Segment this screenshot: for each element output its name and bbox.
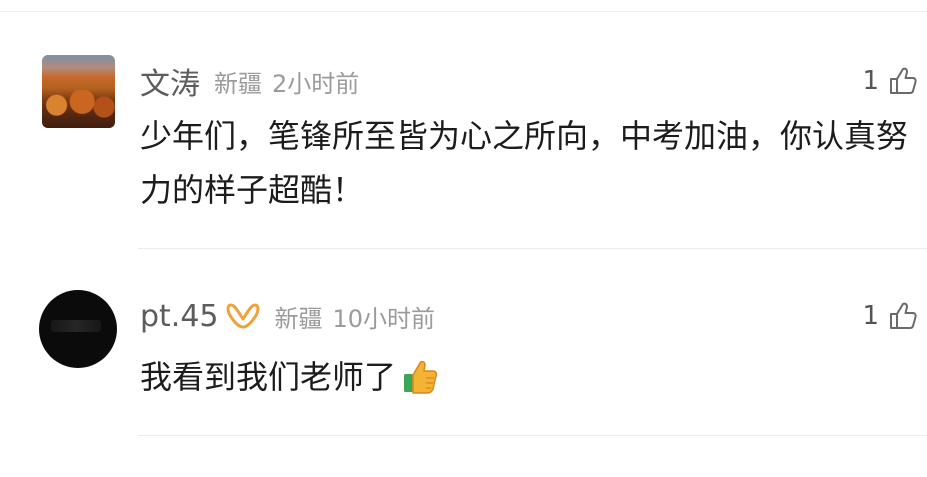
avatar[interactable] bbox=[39, 290, 117, 368]
top-divider bbox=[0, 11, 927, 12]
location-label: 新疆 bbox=[214, 69, 262, 98]
time-label: 10小时前 bbox=[332, 304, 436, 333]
comment-text-row: 我看到我们老师了 bbox=[140, 350, 909, 404]
comment-text: 少年们，笔锋所至皆为心之所向，中考加油，你认真努力的样子超酷！ bbox=[140, 117, 909, 209]
like-button[interactable]: 1 bbox=[862, 63, 919, 99]
comment-text: 我看到我们老师了 bbox=[140, 358, 397, 396]
thumbs-up-outline-icon[interactable] bbox=[887, 300, 919, 332]
username[interactable]: 文涛 bbox=[140, 59, 200, 103]
like-button[interactable]: 1 bbox=[862, 298, 919, 334]
location-label: 新疆 bbox=[274, 304, 323, 333]
comment-header: 文涛 新疆 2小时前 bbox=[140, 59, 359, 103]
like-count: 1 bbox=[862, 66, 879, 96]
comment-divider bbox=[138, 435, 927, 436]
comment-meta: 新疆 10小时前 bbox=[275, 299, 436, 334]
comment-meta: 新疆 2小时前 bbox=[214, 64, 359, 99]
vip-badge-icon[interactable] bbox=[225, 301, 261, 331]
username[interactable]: pt.45 bbox=[140, 299, 219, 334]
time-label: 2小时前 bbox=[272, 69, 360, 98]
thumbs-up-outline-icon[interactable] bbox=[887, 65, 919, 97]
avatar-image bbox=[51, 320, 101, 332]
like-count: 1 bbox=[862, 301, 879, 331]
comment-header: pt.45 新疆 10小时前 bbox=[140, 296, 435, 336]
comment-divider bbox=[138, 248, 927, 249]
thumbs-up-emoji bbox=[404, 360, 438, 394]
avatar[interactable] bbox=[42, 55, 115, 128]
avatar-image bbox=[42, 90, 115, 128]
